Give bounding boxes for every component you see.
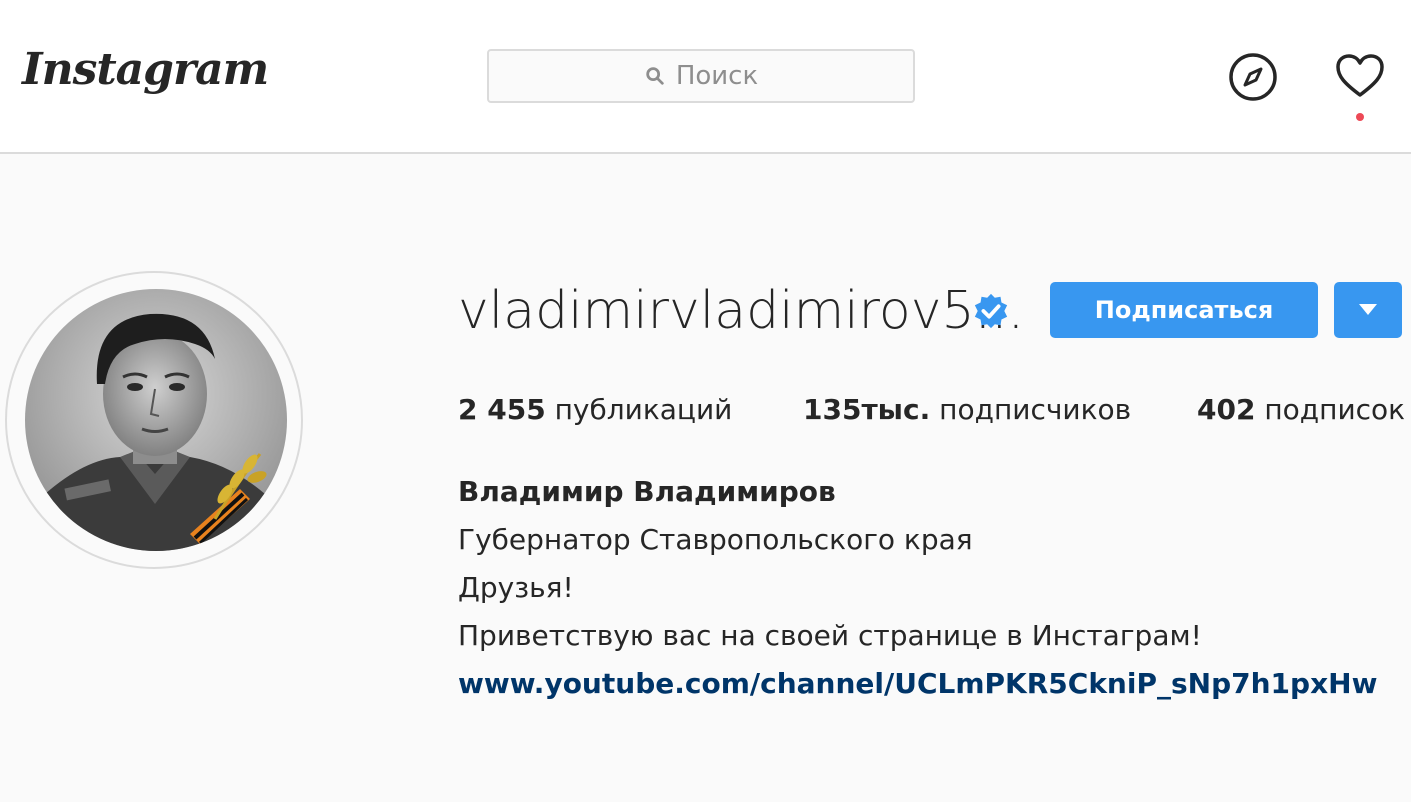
bio-line: Друзья! bbox=[458, 571, 574, 604]
bio-external-link[interactable]: www.youtube.com/channel/UCLmPKR5CkniP_sN… bbox=[458, 667, 1377, 700]
followers-count: 135тыс. bbox=[803, 393, 931, 426]
posts-label: публикаций bbox=[554, 393, 733, 426]
search-input[interactable]: Поиск bbox=[487, 49, 915, 103]
portrait-image bbox=[25, 289, 287, 551]
posts-count: 2 455 bbox=[458, 393, 546, 426]
triangle-down-icon bbox=[1359, 304, 1377, 315]
compass-icon[interactable] bbox=[1227, 51, 1279, 103]
stat-posts: 2 455 публикаций bbox=[458, 393, 732, 426]
followers-label: подписчиков bbox=[939, 393, 1132, 426]
search-icon bbox=[646, 67, 664, 85]
suggestions-dropdown-button[interactable] bbox=[1334, 282, 1402, 338]
stat-following[interactable]: 402 подписок bbox=[1197, 393, 1405, 426]
stat-followers[interactable]: 135тыс. подписчиков bbox=[803, 393, 1131, 426]
bio-line: Приветствую вас на своей странице в Инст… bbox=[458, 619, 1202, 652]
following-count: 402 bbox=[1197, 393, 1256, 426]
following-label: подписок bbox=[1264, 393, 1406, 426]
notification-dot bbox=[1356, 113, 1364, 121]
profile-full-name: Владимир Владимиров bbox=[458, 475, 836, 508]
profile-username: vladimirvladimirov5... bbox=[458, 281, 1025, 341]
search-placeholder: Поиск bbox=[675, 61, 759, 91]
avatar[interactable] bbox=[5, 271, 303, 569]
bio-line: Губернатор Ставропольского края bbox=[458, 523, 973, 556]
profile-photo bbox=[25, 289, 287, 551]
heart-icon[interactable] bbox=[1334, 52, 1386, 100]
follow-button[interactable]: Подписаться bbox=[1050, 282, 1318, 338]
instagram-logo[interactable]: Instagram bbox=[22, 44, 269, 95]
top-navigation-bar: Instagram Поиск bbox=[0, 0, 1411, 154]
verified-badge-icon bbox=[974, 293, 1008, 329]
